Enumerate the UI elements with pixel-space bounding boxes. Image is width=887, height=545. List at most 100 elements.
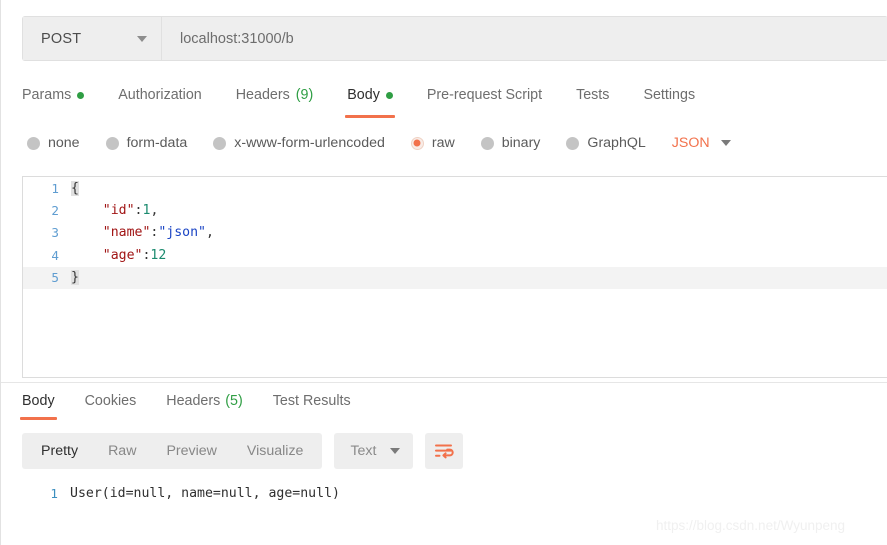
radio-icon [27, 136, 40, 150]
radio-icon [566, 136, 580, 150]
radio-icon [105, 136, 119, 150]
line-content: "age":12 [71, 247, 167, 263]
response-view-mode-group: Pretty Raw Preview Visualize [22, 433, 323, 469]
response-content-type-select[interactable]: Text [334, 433, 414, 469]
line-content: "id":1, [71, 203, 159, 219]
chevron-down-icon [137, 35, 147, 42]
token-punct: , [150, 203, 159, 219]
editor-line: 4 "age":12 [23, 244, 887, 266]
token-key: "name" [102, 225, 151, 241]
token-key: "id" [102, 203, 135, 219]
request-body-editor[interactable]: 1 { 2 "id":1, 3 "name":"json", 4 "age":1… [22, 176, 887, 378]
response-tab-bar: Body Cookies Headers (5) Test Results [20, 388, 381, 422]
active-tab-underline [20, 417, 57, 420]
body-type-form-data-label: form-data [126, 135, 188, 151]
response-tab-headers[interactable]: Headers (5) [166, 388, 243, 414]
response-tab-body[interactable]: Body [20, 388, 57, 420]
request-url-bar: POST localhost:31000/b [22, 16, 887, 61]
body-type-raw[interactable]: raw [410, 135, 455, 151]
body-type-binary-label: binary [501, 135, 541, 151]
tab-headers-label: Headers [235, 87, 290, 103]
modified-dot-icon [77, 91, 85, 99]
view-mode-visualize[interactable]: Visualize [232, 433, 319, 469]
http-method-label: POST [41, 30, 82, 47]
line-content: { [71, 180, 79, 196]
chevron-down-icon [720, 140, 731, 146]
response-line-content: User(id=null, name=null, age=null) [70, 485, 340, 501]
radio-selected-icon [410, 136, 424, 150]
wrap-lines-button[interactable] [425, 433, 464, 469]
response-tab-headers-count: (5) [225, 393, 243, 409]
request-tab-bar: Params Authorization Headers (9) Body Pr… [22, 78, 882, 120]
http-method-select[interactable]: POST [23, 17, 162, 60]
tab-headers-count: (9) [295, 87, 314, 103]
tab-params[interactable]: Params [22, 78, 85, 112]
tab-tests-label: Tests [576, 87, 610, 103]
radio-icon [480, 136, 494, 150]
tab-tests[interactable]: Tests [576, 78, 609, 112]
line-number: 1 [51, 180, 59, 196]
radio-icon [213, 136, 227, 150]
editor-line: 2 "id":1, [23, 199, 887, 221]
token-punct: , [206, 225, 214, 241]
line-number: 4 [51, 247, 59, 263]
token-brace: { [71, 180, 79, 196]
line-number: 2 [51, 203, 59, 219]
view-mode-pretty[interactable]: Pretty [26, 433, 93, 469]
view-mode-raw[interactable]: Raw [93, 433, 151, 469]
editor-line: 5 } [23, 266, 887, 289]
line-number: 3 [51, 225, 59, 241]
body-type-raw-label: raw [431, 135, 455, 151]
tab-params-label: Params [22, 87, 72, 103]
line-content: "name":"json", [71, 225, 214, 240]
body-type-none-label: none [48, 135, 80, 151]
chevron-down-icon [390, 448, 401, 454]
token-number: 12 [150, 247, 167, 263]
body-type-graphql-label: GraphQL [587, 135, 646, 151]
word-wrap-icon [435, 444, 455, 459]
line-number: 1 [50, 485, 58, 501]
body-type-radio-group: none form-data x-www-form-urlencoded raw… [27, 130, 731, 156]
response-tab-test-results-label: Test Results [272, 393, 351, 409]
body-format-label: JSON [671, 135, 710, 151]
response-body-viewer[interactable]: 1 User(id=null, name=null, age=null) [22, 482, 887, 522]
response-tab-cookies[interactable]: Cookies [85, 388, 137, 414]
modified-dot-icon [385, 91, 393, 99]
response-tab-cookies-label: Cookies [84, 393, 137, 409]
tab-headers[interactable]: Headers (9) [236, 78, 314, 112]
tab-settings[interactable]: Settings [643, 78, 695, 112]
response-content-type-label: Text [350, 443, 377, 459]
tab-authorization-label: Authorization [118, 87, 202, 103]
body-type-urlencoded-label: x-www-form-urlencoded [234, 135, 385, 151]
active-tab-underline [345, 115, 395, 118]
tab-body-label: Body [347, 87, 380, 103]
line-number: 5 [51, 270, 59, 286]
tab-pre-request-script[interactable]: Pre-request Script [427, 78, 542, 112]
body-type-binary[interactable]: binary [480, 135, 541, 151]
tab-pre-request-script-label: Pre-request Script [426, 87, 543, 103]
response-section-divider [1, 382, 887, 383]
tab-settings-label: Settings [643, 87, 696, 103]
token-key: "age" [102, 247, 143, 263]
response-tab-test-results[interactable]: Test Results [273, 388, 351, 414]
tab-authorization[interactable]: Authorization [118, 78, 201, 112]
body-format-select[interactable]: JSON [672, 135, 731, 151]
editor-line: 1 { [23, 177, 887, 199]
response-line: 1 User(id=null, name=null, age=null) [22, 482, 887, 504]
response-tab-body-label: Body [22, 393, 55, 409]
body-type-graphql[interactable]: GraphQL [566, 135, 646, 151]
view-mode-preview[interactable]: Preview [151, 433, 231, 469]
request-url-input[interactable]: localhost:31000/b [162, 17, 887, 60]
tab-body[interactable]: Body [345, 78, 395, 118]
token-brace: } [71, 270, 79, 286]
body-type-urlencoded[interactable]: x-www-form-urlencoded [213, 135, 385, 151]
editor-line: 3 "name":"json", [23, 222, 887, 244]
watermark: https://blog.csdn.net/Wyunpeng [656, 518, 845, 533]
body-type-none[interactable]: none [27, 135, 80, 151]
line-content: } [71, 270, 79, 286]
response-toolbar: Pretty Raw Preview Visualize Text [22, 433, 464, 469]
body-type-form-data[interactable]: form-data [105, 135, 188, 151]
